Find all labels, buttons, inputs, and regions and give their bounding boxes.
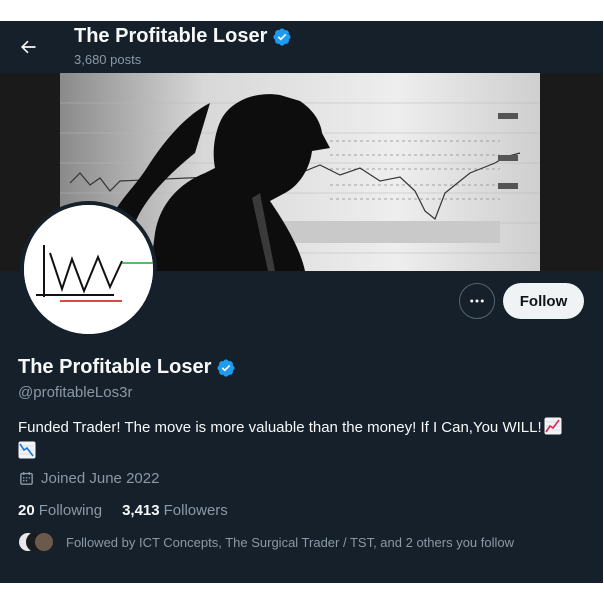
back-button[interactable] — [10, 29, 46, 65]
calendar-icon — [20, 472, 33, 485]
followed-by-text: Followed by ICT Concepts, The Surgical T… — [66, 534, 514, 550]
followers-link[interactable]: 3,413 Followers — [122, 502, 228, 519]
avatar-logo — [24, 205, 153, 334]
followers-label: Followers — [163, 502, 228, 519]
profile-avatar[interactable] — [20, 201, 157, 338]
joined-text: Joined June 2022 — [41, 470, 160, 487]
profile-screen: The Profitable Loser 3,680 posts Follow … — [0, 21, 603, 583]
bio-text: Funded Trader! The move is more valuable… — [18, 419, 542, 436]
more-options-button[interactable] — [459, 283, 495, 319]
verified-badge-icon — [273, 27, 291, 46]
header-title: The Profitable Loser — [74, 25, 292, 48]
following-link[interactable]: 20 Following — [18, 502, 102, 519]
followers-count: 3,413 — [122, 502, 160, 519]
profile-stats: 20 Following 3,413 Followers — [18, 502, 228, 519]
chart-decreasing-emoji — [18, 441, 36, 465]
display-name: The Profitable Loser — [18, 356, 212, 378]
joined-date: Joined June 2022 — [18, 470, 159, 487]
verified-badge-icon[interactable] — [216, 358, 236, 378]
following-label: Following — [38, 502, 103, 519]
profile-header-bar: The Profitable Loser 3,680 posts — [0, 21, 603, 73]
profile-bio: Funded Trader! The move is more valuable… — [18, 417, 578, 465]
more-horizontal-icon — [470, 299, 484, 303]
followed-by-row[interactable]: Followed by ICT Concepts, The Surgical T… — [18, 532, 514, 552]
followed-by-avatars — [18, 532, 54, 552]
chart-increasing-emoji — [544, 417, 562, 441]
post-count: 3,680 posts — [74, 52, 142, 67]
avatar — [34, 532, 54, 552]
following-count: 20 — [18, 502, 35, 519]
profile-name: The Profitable Loser — [18, 356, 236, 379]
profile-handle: @profitableLos3r — [18, 384, 133, 401]
header-title-text: The Profitable Loser — [74, 25, 268, 47]
arrow-left-icon — [20, 40, 36, 54]
follow-button[interactable]: Follow — [503, 283, 584, 319]
